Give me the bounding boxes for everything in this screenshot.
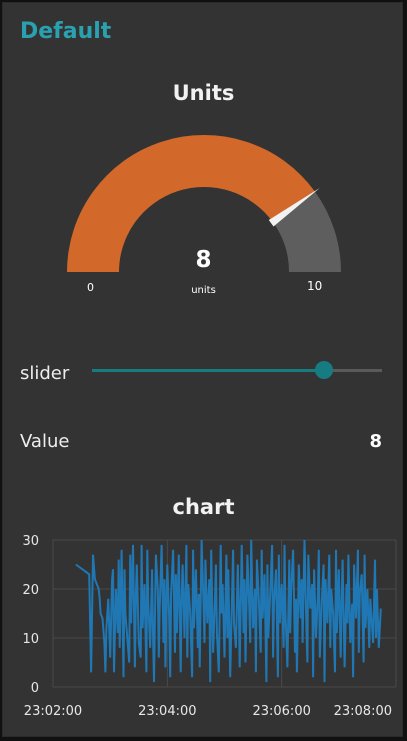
chart-x-tick-label: 23:06:00 <box>252 704 310 719</box>
chart-x-axis: 23:02:00 23:04:00 23:06:00 23:08:00 <box>24 704 392 719</box>
chart-y-tick-label: 30 <box>22 534 39 549</box>
chart-y-tick-label: 0 <box>31 681 39 696</box>
dashboard-group-panel: Default Units 8 units 0 10 slider Value … <box>2 2 403 737</box>
chart-x-tick-label: 23:04:00 <box>138 704 196 719</box>
chart-y-tick-label: 20 <box>22 583 39 598</box>
line-chart: 30 20 10 0 23:02:00 23:04:00 23:06:00 23:08:00 <box>22 534 397 719</box>
chart-y-axis: 30 20 10 0 <box>22 534 39 696</box>
chart-x-tick-label: 23:08:00 <box>334 704 392 719</box>
chart-series-line <box>75 539 382 683</box>
chart-y-tick-label: 10 <box>22 632 39 647</box>
chart-x-tick-label: 23:02:00 <box>24 704 82 719</box>
